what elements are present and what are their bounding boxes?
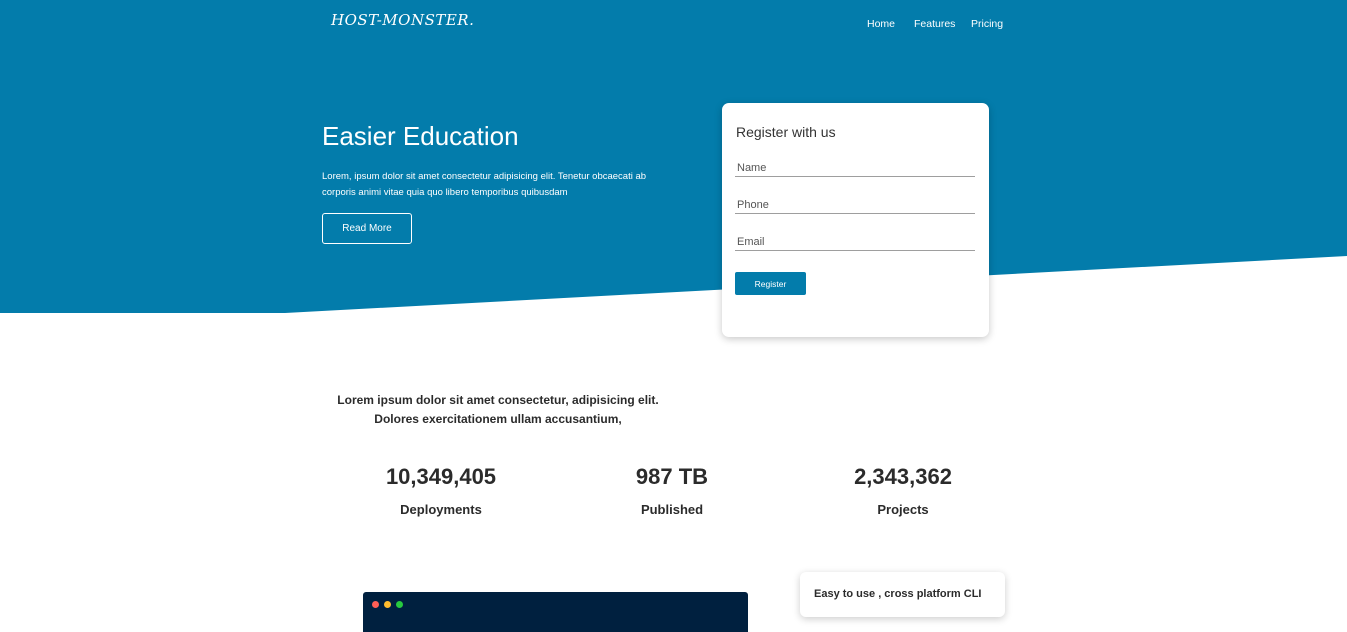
stat-value: 10,349,405 bbox=[385, 464, 497, 489]
nav-link-pricing[interactable]: Pricing bbox=[971, 18, 1003, 30]
nav-link-features[interactable]: Features bbox=[914, 18, 955, 30]
stat-published: 987 TB Published bbox=[572, 461, 772, 517]
stat-value: 987 TB bbox=[635, 464, 709, 489]
stat-deployments: 10,349,405 Deployments bbox=[341, 461, 541, 517]
hero-background bbox=[0, 0, 1347, 313]
feature-card: Easy to use , cross platform CLI bbox=[800, 572, 1005, 617]
window-close-dot-icon bbox=[372, 601, 379, 608]
nav-link-home[interactable]: Home bbox=[867, 18, 895, 30]
phone-field[interactable] bbox=[735, 197, 975, 214]
window-maximize-dot-icon bbox=[396, 601, 403, 608]
stat-label: Projects bbox=[877, 502, 929, 517]
name-field[interactable] bbox=[735, 160, 975, 177]
main-nav: Home Features Pricing bbox=[0, 18, 1347, 32]
terminal-window bbox=[363, 592, 748, 632]
stat-label: Deployments bbox=[400, 502, 482, 517]
hero-description: Lorem, ipsum dolor sit amet consectetur … bbox=[322, 171, 647, 198]
intro-text: Lorem ipsum dolor sit amet consectetur, … bbox=[337, 393, 659, 426]
register-title: Register with us bbox=[736, 124, 836, 140]
stat-label: Published bbox=[640, 502, 704, 517]
hero-slanted-shape bbox=[0, 0, 1347, 313]
hero-title: Easier Education bbox=[322, 121, 519, 151]
stat-value: 2,343,362 bbox=[854, 464, 952, 489]
window-minimize-dot-icon bbox=[384, 601, 391, 608]
email-field[interactable] bbox=[735, 234, 975, 251]
read-more-button[interactable]: Read More bbox=[322, 213, 412, 244]
stat-projects: 2,343,362 Projects bbox=[803, 461, 1003, 517]
register-button[interactable]: Register bbox=[735, 272, 806, 295]
register-card: Register with us Register bbox=[722, 103, 989, 337]
